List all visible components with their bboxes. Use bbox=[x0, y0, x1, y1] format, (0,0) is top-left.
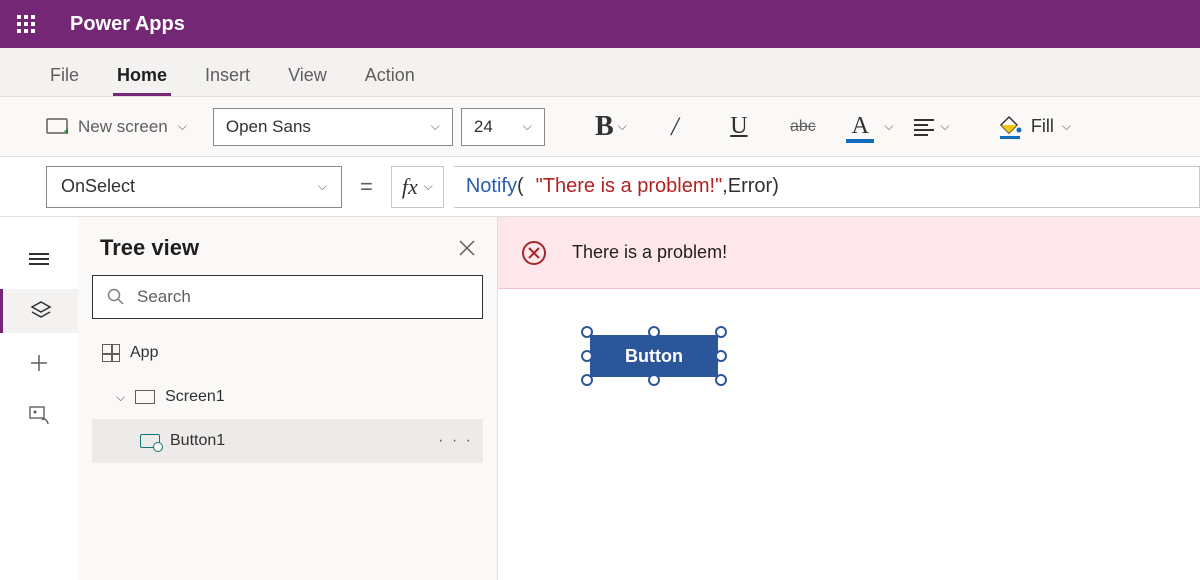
rail-insert-button[interactable] bbox=[17, 341, 61, 385]
rail-hamburger-button[interactable] bbox=[17, 237, 61, 281]
align-button[interactable]: ⌵ bbox=[903, 107, 959, 147]
search-icon bbox=[107, 288, 125, 306]
waffle-icon bbox=[17, 15, 35, 33]
paint-bucket-icon bbox=[997, 115, 1023, 139]
fill-button[interactable]: Fill ⌵ bbox=[997, 115, 1071, 139]
error-icon bbox=[520, 239, 548, 267]
bold-icon: B bbox=[595, 111, 614, 143]
equals-sign: = bbox=[352, 174, 381, 200]
strikethrough-icon: abc bbox=[790, 118, 816, 136]
more-options-button[interactable]: · · · bbox=[438, 432, 473, 450]
menu-view[interactable]: View bbox=[284, 65, 331, 96]
resize-handle-bottom-right[interactable] bbox=[715, 374, 727, 386]
tree-view-panel: Tree view Search App ⌵ Screen1 Button1 ·… bbox=[78, 217, 498, 580]
chevron-down-icon: ⌵ bbox=[884, 119, 893, 134]
chevron-down-icon: ⌵ bbox=[431, 119, 440, 134]
tree-node-label: Screen1 bbox=[165, 388, 225, 406]
new-screen-icon: + bbox=[46, 118, 68, 136]
resize-handle-top-middle[interactable] bbox=[648, 326, 660, 338]
menu-file[interactable]: File bbox=[46, 65, 83, 96]
font-color-button[interactable]: A ⌵ bbox=[839, 107, 895, 147]
screen-icon bbox=[135, 390, 155, 404]
resize-handle-bottom-middle[interactable] bbox=[648, 374, 660, 386]
media-icon bbox=[28, 404, 50, 426]
fx-menu-button[interactable]: fx ⌵ bbox=[391, 166, 444, 208]
italic-icon: / bbox=[671, 112, 678, 142]
resize-handle-bottom-left[interactable] bbox=[581, 374, 593, 386]
chevron-down-icon: ⌵ bbox=[318, 179, 327, 194]
menu-bar: File Home Insert View Action bbox=[0, 48, 1200, 97]
tree-node-label: Button1 bbox=[170, 432, 225, 450]
resize-handle-top-left[interactable] bbox=[581, 326, 593, 338]
rail-tree-view-button[interactable] bbox=[0, 289, 78, 333]
tree-search-input[interactable]: Search bbox=[92, 275, 483, 319]
font-family-select[interactable]: Open Sans ⌵ bbox=[213, 108, 453, 146]
new-screen-label: New screen bbox=[78, 117, 168, 137]
main-body: Tree view Search App ⌵ Screen1 Button1 ·… bbox=[0, 217, 1200, 580]
font-family-value: Open Sans bbox=[226, 117, 311, 137]
canvas-area[interactable]: There is a problem! Button bbox=[498, 217, 1200, 580]
plus-icon bbox=[29, 353, 49, 373]
close-icon bbox=[459, 240, 475, 256]
resize-handle-top-right[interactable] bbox=[715, 326, 727, 338]
chevron-down-icon: ⌵ bbox=[178, 119, 187, 134]
underline-button[interactable]: U bbox=[711, 107, 767, 147]
hamburger-icon bbox=[29, 250, 49, 268]
chevron-down-icon: ⌵ bbox=[523, 119, 532, 134]
menu-insert[interactable]: Insert bbox=[201, 65, 254, 96]
formula-token-fn: Notify bbox=[466, 175, 517, 198]
chevron-down-icon: ⌵ bbox=[1062, 119, 1071, 134]
property-select[interactable]: OnSelect ⌵ bbox=[46, 166, 342, 208]
tree-view-close-button[interactable] bbox=[459, 240, 475, 256]
font-color-icon: A bbox=[840, 107, 880, 147]
resize-handle-middle-left[interactable] bbox=[581, 350, 593, 362]
formula-input[interactable]: Notify( "There is a problem!" , Error) bbox=[454, 166, 1200, 208]
notification-text: There is a problem! bbox=[572, 242, 727, 263]
selection-outline bbox=[588, 333, 720, 379]
property-value: OnSelect bbox=[61, 176, 135, 197]
font-size-value: 24 bbox=[474, 117, 493, 137]
chevron-down-icon: ⌵ bbox=[618, 119, 627, 134]
fx-icon: fx bbox=[402, 174, 418, 200]
underline-icon: U bbox=[730, 113, 747, 140]
left-rail bbox=[0, 217, 78, 580]
tree-node-app[interactable]: App bbox=[92, 331, 483, 375]
rail-media-button[interactable] bbox=[17, 393, 61, 437]
brand-title: Power Apps bbox=[70, 13, 185, 36]
chevron-down-icon: ⌵ bbox=[424, 179, 433, 194]
new-screen-button[interactable]: + New screen ⌵ bbox=[46, 117, 187, 137]
tree-node-label: App bbox=[130, 344, 158, 362]
italic-button[interactable]: / bbox=[647, 107, 703, 147]
app-launcher-button[interactable] bbox=[10, 8, 42, 40]
resize-handle-middle-right[interactable] bbox=[715, 350, 727, 362]
tree-view-title: Tree view bbox=[100, 235, 199, 261]
formula-bar: OnSelect ⌵ = fx ⌵ Notify( "There is a pr… bbox=[0, 157, 1200, 217]
align-icon bbox=[912, 117, 936, 137]
tree-node-screen1[interactable]: ⌵ Screen1 bbox=[92, 375, 483, 419]
formula-token-string: "There is a problem!" bbox=[536, 175, 723, 198]
layers-icon bbox=[30, 300, 52, 322]
app-header: Power Apps bbox=[0, 0, 1200, 48]
svg-text:+: + bbox=[64, 126, 68, 136]
fill-label: Fill bbox=[1031, 116, 1054, 137]
app-icon bbox=[102, 344, 120, 362]
search-placeholder: Search bbox=[137, 287, 191, 307]
button-control-icon bbox=[140, 434, 160, 448]
tree-node-button1[interactable]: Button1 · · · bbox=[92, 419, 483, 463]
format-ribbon: + New screen ⌵ Open Sans ⌵ 24 ⌵ B ⌵ / U … bbox=[0, 97, 1200, 157]
font-size-select[interactable]: 24 ⌵ bbox=[461, 108, 545, 146]
menu-home[interactable]: Home bbox=[113, 65, 171, 96]
chevron-down-icon: ⌵ bbox=[116, 390, 125, 405]
bold-button[interactable]: B ⌵ bbox=[583, 107, 639, 147]
notification-banner: There is a problem! bbox=[498, 217, 1200, 289]
chevron-down-icon: ⌵ bbox=[940, 119, 949, 134]
formula-token-id: Error bbox=[728, 175, 772, 198]
strikethrough-button[interactable]: abc bbox=[775, 107, 831, 147]
menu-action[interactable]: Action bbox=[361, 65, 419, 96]
